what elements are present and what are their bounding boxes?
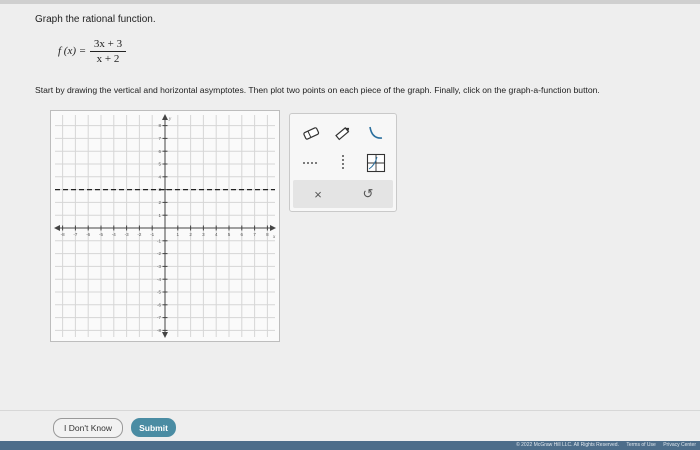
submit-button[interactable]: Submit <box>131 418 176 437</box>
x-axis-label: x <box>272 235 276 240</box>
y-tick-label: -1 <box>157 238 161 243</box>
vertical-dashed-line-icon[interactable] <box>330 152 356 174</box>
x-tick-label: -8 <box>61 232 65 237</box>
x-tick-label: -1 <box>150 232 154 237</box>
graph-toolbox: × ↺ <box>289 113 397 212</box>
function-denominator: x + 2 <box>96 53 120 65</box>
clear-button[interactable]: × <box>293 180 343 208</box>
y-tick-label: -5 <box>157 290 161 295</box>
top-bar <box>0 0 700 4</box>
y-axis-label: y <box>168 117 172 122</box>
x-axis-arrow-right <box>270 225 276 231</box>
x-tick-label: 3 <box>202 232 205 237</box>
y-tick-label: -7 <box>157 315 161 320</box>
footer-copyright: © 2022 McGraw Hill LLC. All Rights Reser… <box>516 442 619 448</box>
graph-svg[interactable]: -8-7-6-5-4-3-2-11234567887654321-1-2-3-4… <box>51 111 279 341</box>
function-lhs: f (x) = <box>58 45 87 57</box>
instructions: Start by drawing the vertical and horizo… <box>35 85 600 95</box>
x-tick-label: 6 <box>241 232 244 237</box>
bottom-divider <box>0 410 700 411</box>
x-axis-arrow-left <box>54 225 60 231</box>
x-tick-label: 8 <box>266 232 269 237</box>
x-tick-label: 2 <box>189 232 192 237</box>
y-tick-label: -3 <box>157 264 161 269</box>
y-tick-label: -6 <box>157 302 161 307</box>
x-tick-label: 5 <box>228 232 231 237</box>
x-tick-label: -5 <box>99 232 103 237</box>
y-axis-arrow-down <box>162 332 168 338</box>
x-tick-label: 7 <box>253 232 256 237</box>
toolbox-actions: × ↺ <box>293 180 393 208</box>
horizontal-dashed-line-icon[interactable] <box>298 152 324 174</box>
function-numerator: 3x + 3 <box>90 38 126 52</box>
dont-know-button[interactable]: I Don't Know <box>53 418 123 438</box>
footer-links: © 2022 McGraw Hill LLC. All Rights Reser… <box>510 441 696 450</box>
x-tick-label: -4 <box>112 232 116 237</box>
graph-canvas[interactable]: -8-7-6-5-4-3-2-11234567887654321-1-2-3-4… <box>50 110 280 342</box>
undo-button[interactable]: ↺ <box>343 180 393 208</box>
y-tick-label: -4 <box>157 277 161 282</box>
x-tick-label: -3 <box>125 232 129 237</box>
y-tick-label: -8 <box>157 328 161 333</box>
x-tick-label: -7 <box>73 232 77 237</box>
pencil-icon[interactable] <box>330 122 356 144</box>
graph-a-function-icon[interactable] <box>363 152 389 174</box>
function-fraction: 3x + 3 x + 2 <box>90 38 126 65</box>
x-tick-label: 4 <box>215 232 218 237</box>
footer-terms-link[interactable]: Terms of Use <box>626 442 655 448</box>
y-tick-label: -2 <box>157 251 161 256</box>
x-tick-label: 1 <box>177 232 180 237</box>
curve-icon[interactable] <box>363 122 389 144</box>
x-tick-label: -6 <box>86 232 90 237</box>
x-tick-label: -2 <box>137 232 141 237</box>
footer-bar: © 2022 McGraw Hill LLC. All Rights Reser… <box>0 441 700 450</box>
question-prompt: Graph the rational function. <box>35 14 156 25</box>
footer-privacy-link[interactable]: Privacy Center <box>663 442 696 448</box>
y-axis-arrow-up <box>162 114 168 120</box>
eraser-icon[interactable] <box>298 122 324 144</box>
